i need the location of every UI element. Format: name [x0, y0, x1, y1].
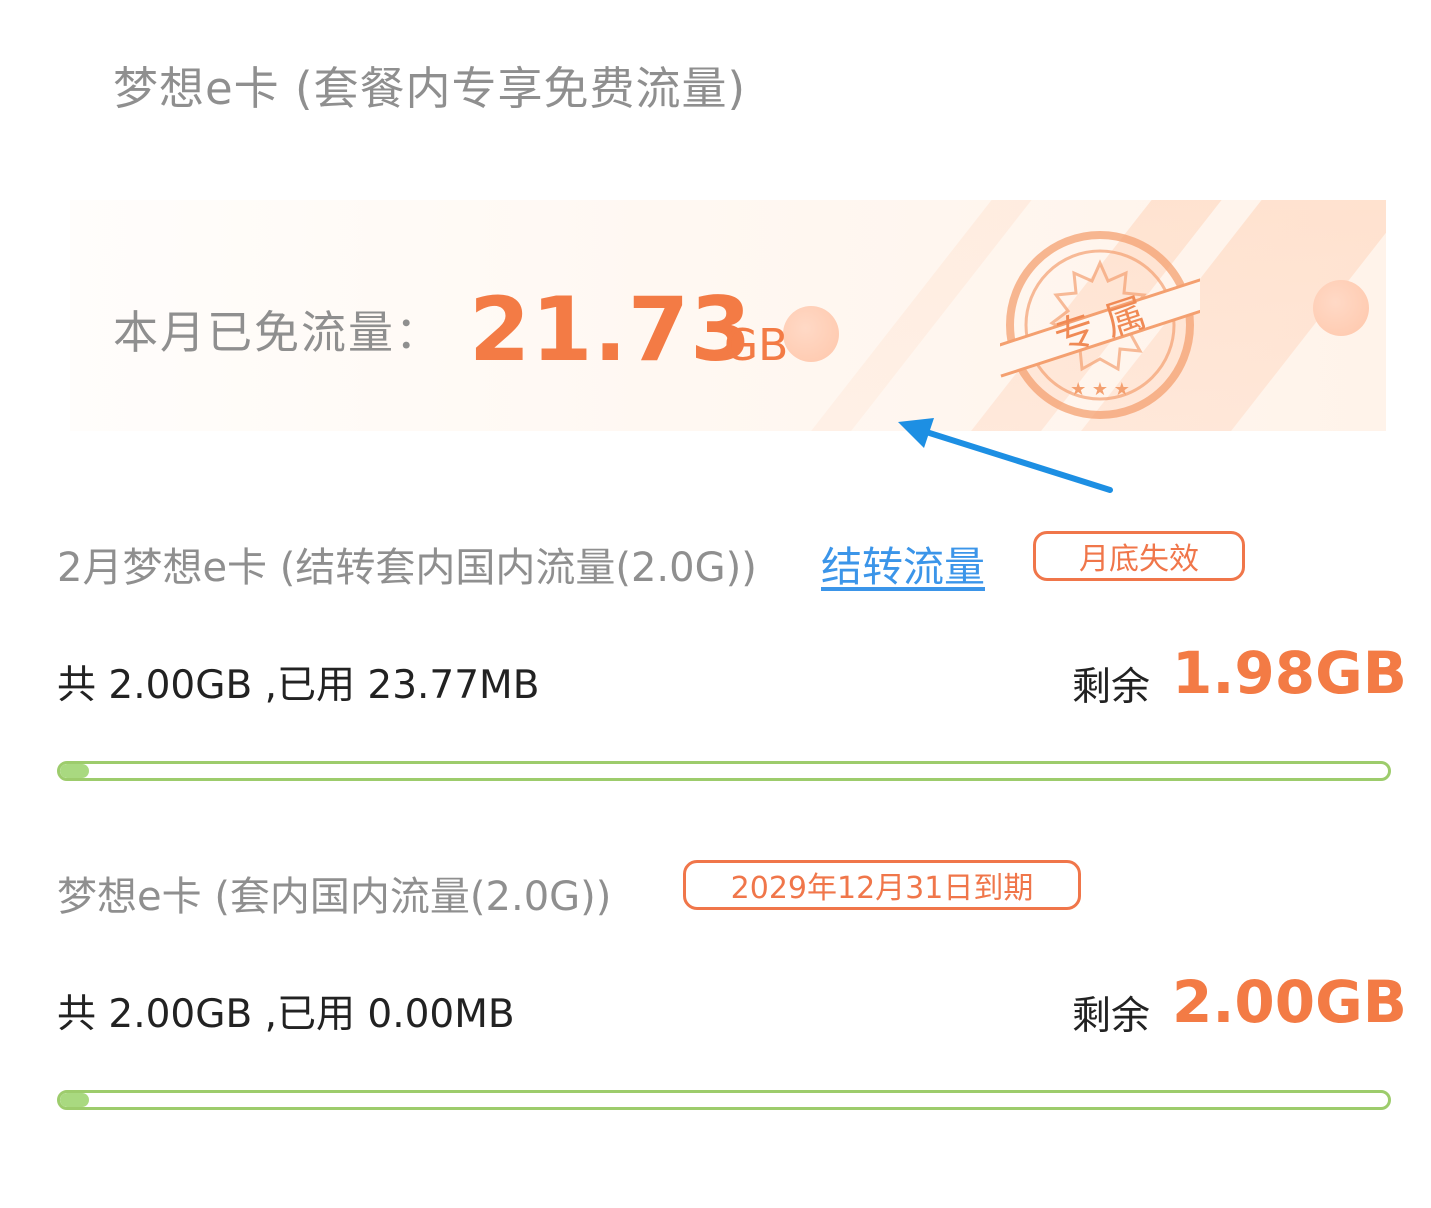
remaining-value: 2.00GB: [1172, 968, 1407, 1036]
plan-usage-summary: 共 2.00GB ,已用 23.77MB: [57, 663, 540, 708]
usage-progress-fill: [60, 764, 90, 778]
free-traffic-unit: GB: [724, 320, 789, 371]
remaining-value: 1.98GB: [1172, 639, 1407, 707]
usage-progress-fill: [60, 1093, 90, 1107]
usage-progress-bar: [57, 1090, 1391, 1110]
banner-decoration-dot: [1313, 280, 1369, 336]
annotation-arrow-icon: [898, 418, 1113, 493]
expiry-badge: 月底失效: [1033, 531, 1245, 581]
section-title: 梦想e卡 (套餐内专享免费流量): [113, 62, 747, 115]
exclusive-stamp-icon: 专 属 ★ ★ ★: [1000, 231, 1200, 419]
free-traffic-banner: 本月已免流量： 21.73 GB 专 属 ★ ★ ★: [70, 200, 1386, 431]
banner-decoration-dot: [783, 306, 839, 362]
usage-progress-bar: [57, 761, 1391, 781]
plan-title: 2月梦想e卡 (结转套内国内流量(2.0G)): [57, 545, 757, 591]
remaining-label: 剩余: [1072, 665, 1151, 710]
plan-usage-summary: 共 2.00GB ,已用 0.00MB: [57, 992, 515, 1037]
free-traffic-value: 21.73: [469, 278, 753, 381]
expiry-badge: 2029年12月31日到期: [683, 860, 1081, 910]
free-traffic-label: 本月已免流量：: [113, 306, 443, 359]
plan-title: 梦想e卡 (套内国内流量(2.0G)): [57, 874, 612, 920]
svg-text:★ ★ ★: ★ ★ ★: [1070, 379, 1130, 400]
remaining-label: 剩余: [1072, 994, 1151, 1039]
data-usage-page: 梦想e卡 (套餐内专享免费流量) 本月已免流量： 21.73 GB 专 属 ★ …: [0, 0, 1431, 1208]
carryover-traffic-link[interactable]: 结转流量: [821, 533, 985, 593]
